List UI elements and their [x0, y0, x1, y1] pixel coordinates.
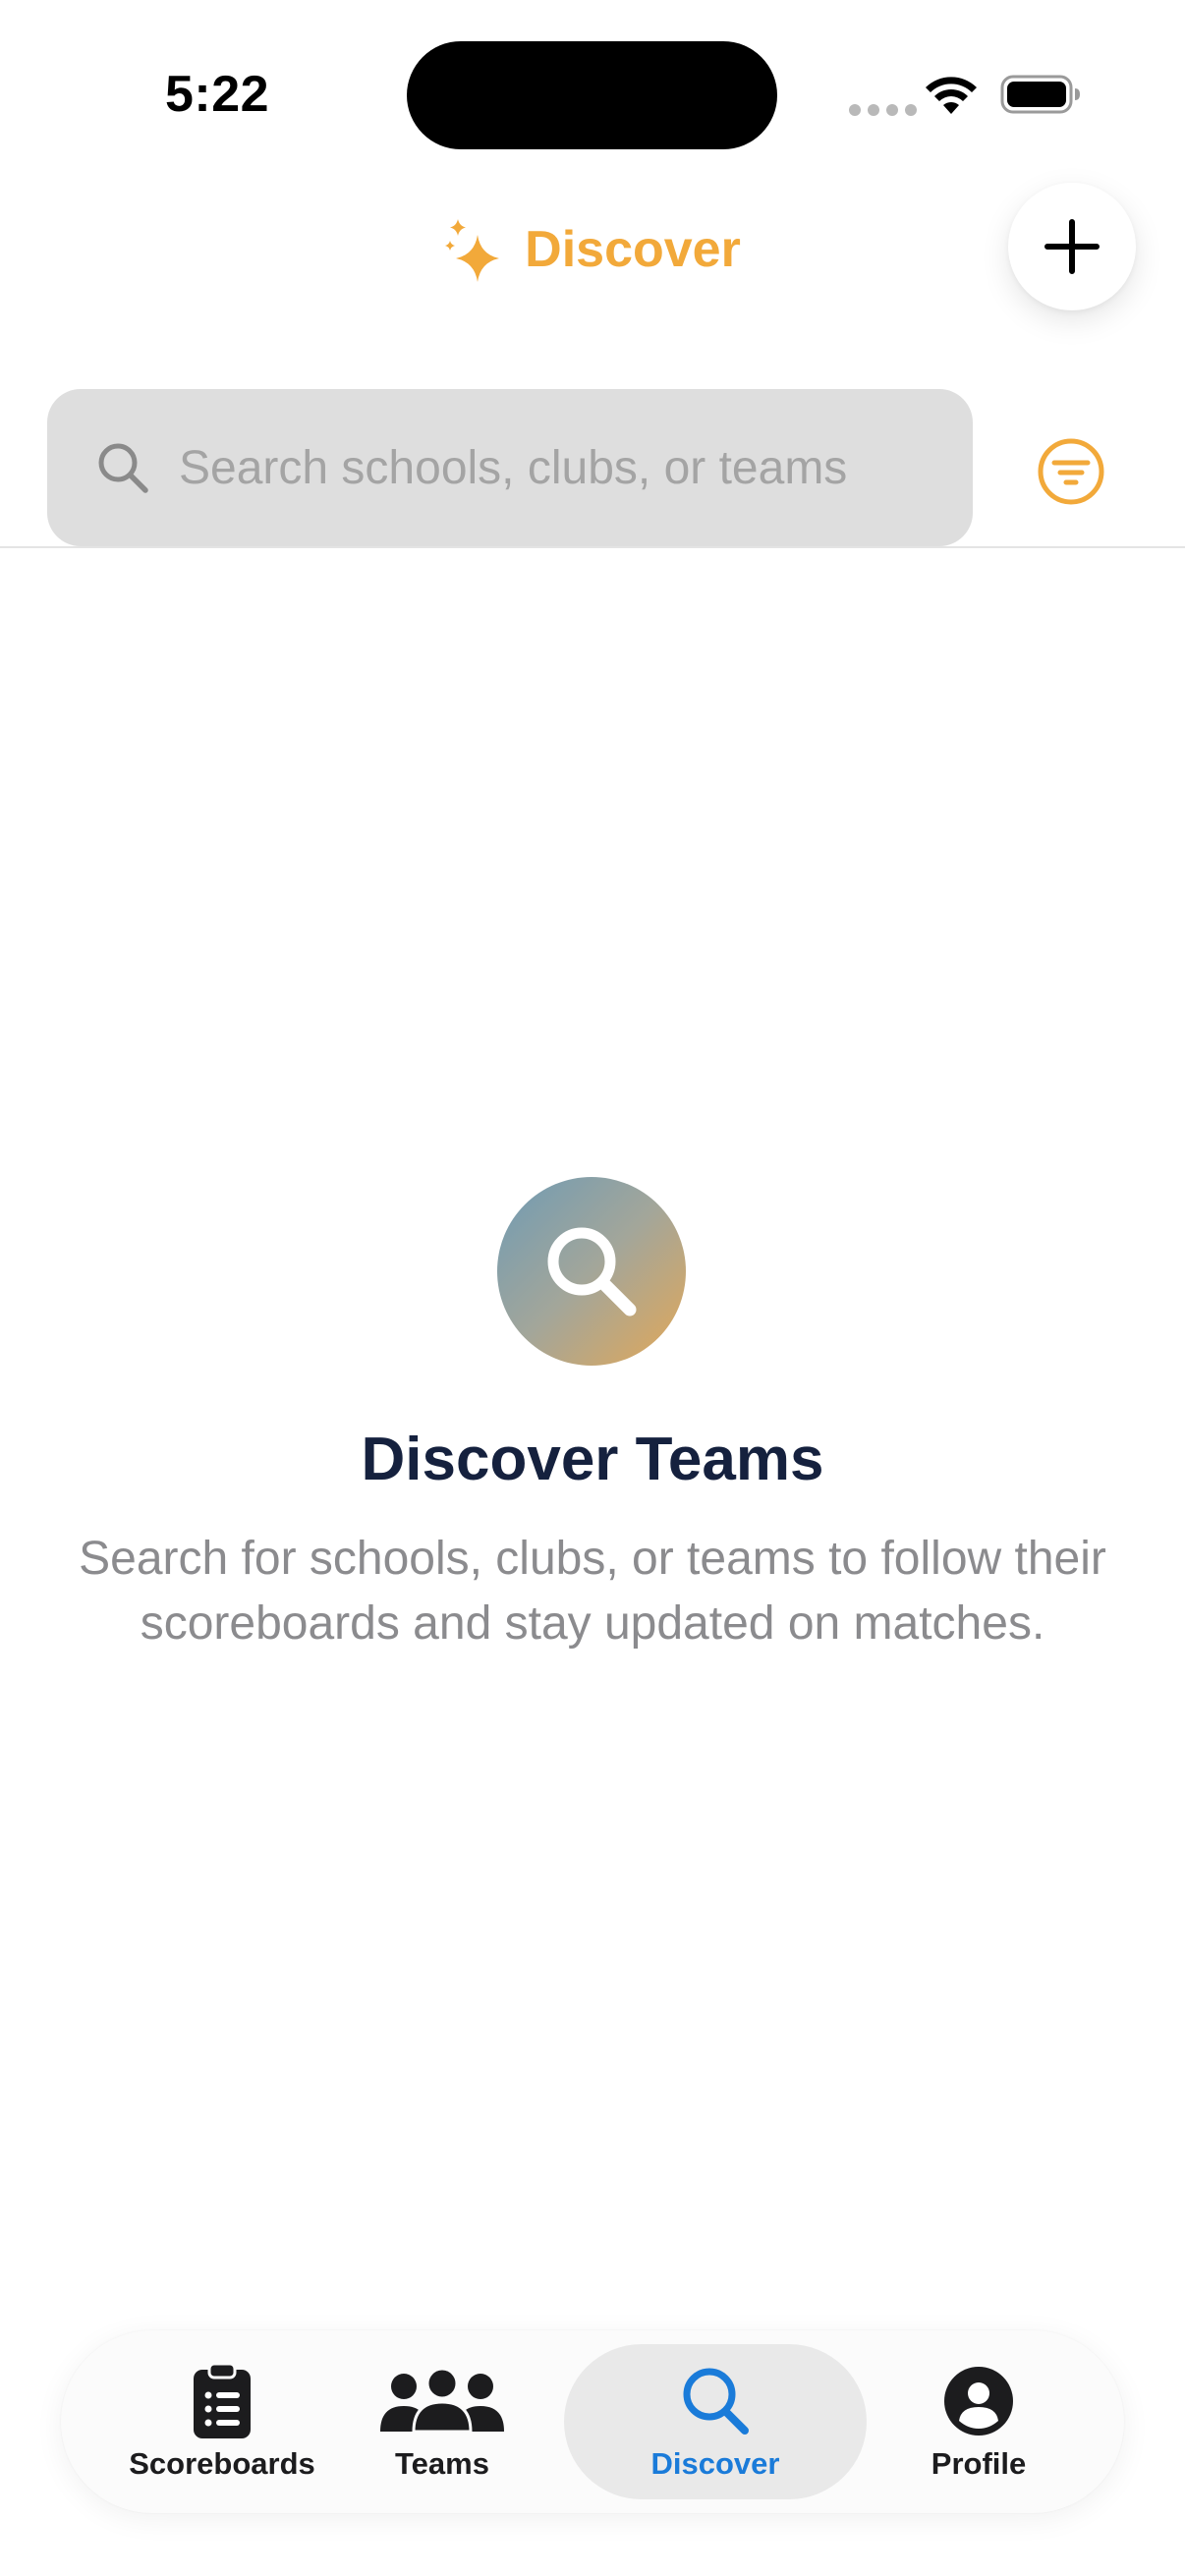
magnifying-glass-icon — [547, 1227, 637, 1316]
discover-screen: 5:22 Discover Search schools, clubs, or … — [0, 0, 1185, 2576]
empty-state-icon — [497, 1177, 686, 1366]
search-bar[interactable] — [47, 389, 973, 546]
tab-label: Scoreboards — [129, 2446, 315, 2481]
wifi-icon — [926, 77, 977, 114]
tab-label: Profile — [931, 2446, 1027, 2481]
clipboard-list-icon — [194, 2362, 251, 2438]
tab-profile[interactable]: Profile — [890, 2344, 1067, 2499]
tab-label: Teams — [395, 2446, 489, 2481]
header-divider — [0, 546, 1185, 548]
empty-state-description: Search for schools, clubs, or teams to f… — [79, 1533, 1106, 1650]
cellular-signal-icon — [849, 104, 917, 116]
filter-icon[interactable] — [1036, 436, 1106, 507]
tab-discover[interactable]: Discover — [564, 2344, 867, 2499]
sparkles-icon — [445, 219, 500, 282]
search-input[interactable] — [179, 440, 945, 495]
page-title: Discover — [525, 221, 741, 278]
person-circle-icon — [944, 2367, 1013, 2436]
add-button[interactable] — [1008, 183, 1136, 310]
dynamic-island — [407, 41, 777, 149]
empty-state-title: Discover Teams — [361, 1426, 824, 1493]
status-time: 5:22 — [165, 66, 270, 123]
tab-label: Discover — [650, 2446, 780, 2481]
people-group-icon — [380, 2369, 504, 2434]
tab-teams[interactable]: Teams — [356, 2344, 529, 2499]
battery-icon — [1000, 75, 1080, 114]
plus-icon — [1044, 219, 1100, 274]
tab-bar: Scoreboards Teams Discover Profile — [61, 2330, 1124, 2513]
tab-scoreboards[interactable]: Scoreboards — [106, 2344, 338, 2499]
search-icon — [683, 2368, 749, 2435]
search-icon — [98, 443, 148, 493]
